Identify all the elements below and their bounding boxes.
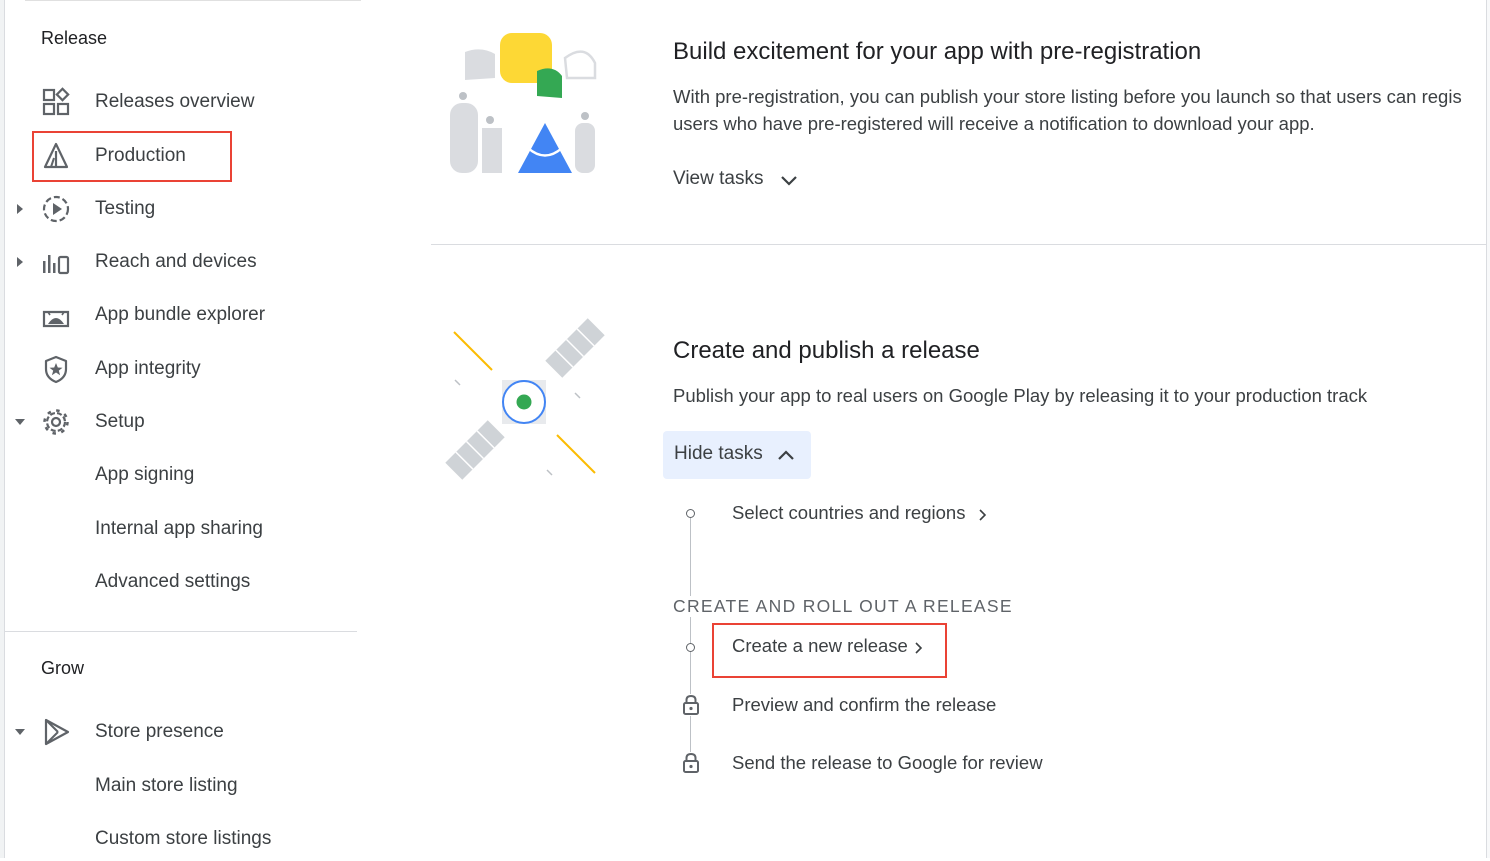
- sidebar-item-app-signing[interactable]: App signing: [5, 453, 357, 497]
- android-bundle-icon: [42, 310, 70, 328]
- preregistration-description-line2: users who have pre-registered will recei…: [673, 113, 1315, 134]
- sidebar-item-label: Internal app sharing: [95, 518, 263, 539]
- preregistration-illustration: [450, 33, 597, 173]
- task-status-dot: [686, 509, 695, 518]
- hide-tasks-label: Hide tasks: [674, 443, 763, 464]
- lock-icon: [682, 752, 700, 774]
- publish-title: Create and publish a release: [673, 337, 980, 364]
- caret-down-icon[interactable]: [13, 415, 27, 429]
- hide-tasks-button[interactable]: Hide tasks: [663, 431, 811, 479]
- publish-description: Publish your app to real users on Google…: [673, 385, 1368, 406]
- preregistration-description-line1: With pre-registration, you can publish y…: [673, 86, 1462, 107]
- task-label: Select countries and regions: [732, 502, 966, 523]
- task-group-heading: CREATE AND ROLL OUT A RELEASE: [673, 596, 1015, 617]
- sidebar-item-app-integrity[interactable]: App integrity: [5, 347, 357, 391]
- sidebar-item-releases-overview[interactable]: Releases overview: [5, 80, 357, 124]
- play-store-icon: [44, 718, 70, 746]
- task-send-for-review: Send the release to Google for review: [732, 752, 1043, 773]
- sidebar-item-reach-and-devices[interactable]: Reach and devices: [5, 240, 357, 284]
- sidebar-top-divider: [25, 0, 361, 1]
- dashboard-icon: [42, 87, 70, 116]
- sidebar-item-setup[interactable]: Setup: [5, 400, 357, 444]
- sidebar-item-label: Custom store listings: [95, 828, 272, 849]
- sidebar-item-label: Setup: [95, 411, 145, 432]
- preregistration-title: Build excitement for your app with pre-r…: [673, 38, 1202, 65]
- sidebar-item-label: App integrity: [95, 358, 201, 379]
- task-preview-confirm: Preview and confirm the release: [732, 694, 997, 715]
- sidebar-item-internal-app-sharing[interactable]: Internal app sharing: [5, 507, 357, 551]
- sidebar-item-label: App bundle explorer: [95, 304, 266, 325]
- chevron-right-icon: [979, 509, 987, 521]
- section-title-release: Release: [41, 28, 108, 48]
- section-title-grow: Grow: [41, 658, 85, 678]
- sidebar-item-main-store-listing[interactable]: Main store listing: [5, 764, 357, 808]
- sidebar-section-divider: [5, 631, 357, 632]
- sidebar-item-label: App signing: [95, 464, 195, 485]
- highlight-box-production: [32, 131, 232, 182]
- sidebar-item-label: Reach and devices: [95, 251, 257, 272]
- sidebar-item-advanced-settings[interactable]: Advanced settings: [5, 560, 357, 604]
- lock-icon: [682, 694, 700, 716]
- view-tasks-label: View tasks: [673, 168, 764, 189]
- caret-right-icon[interactable]: [13, 202, 27, 216]
- section-divider: [431, 244, 1487, 245]
- bar-chart-device-icon: [43, 255, 70, 275]
- view-tasks-button[interactable]: View tasks: [673, 168, 813, 196]
- sidebar-item-label: Releases overview: [95, 91, 255, 112]
- task-select-countries[interactable]: Select countries and regions: [732, 502, 1012, 528]
- sidebar-item-custom-store-listings[interactable]: Custom store listings: [5, 817, 357, 861]
- gear-icon: [43, 409, 69, 435]
- sidebar-item-label: Advanced settings: [95, 571, 251, 592]
- caret-down-icon[interactable]: [13, 725, 27, 739]
- highlight-box-new-release: [712, 623, 947, 678]
- shield-star-icon: [44, 355, 68, 384]
- sidebar-item-testing[interactable]: Testing: [5, 187, 357, 231]
- caret-right-icon[interactable]: [13, 255, 27, 269]
- sidebar-item-label: Store presence: [95, 721, 224, 742]
- sidebar-item-label: Testing: [95, 198, 156, 219]
- scrollbar-track[interactable]: [1486, 0, 1490, 858]
- task-status-dot: [686, 643, 695, 652]
- sidebar-item-app-bundle-explorer[interactable]: App bundle explorer: [5, 293, 357, 337]
- chevron-up-icon: [778, 450, 794, 460]
- chevron-down-icon: [781, 176, 797, 186]
- sidebar-item-label: Main store listing: [95, 775, 238, 796]
- testing-icon: [42, 195, 70, 223]
- sidebar-item-store-presence[interactable]: Store presence: [5, 710, 357, 754]
- satellite-illustration: [445, 318, 605, 480]
